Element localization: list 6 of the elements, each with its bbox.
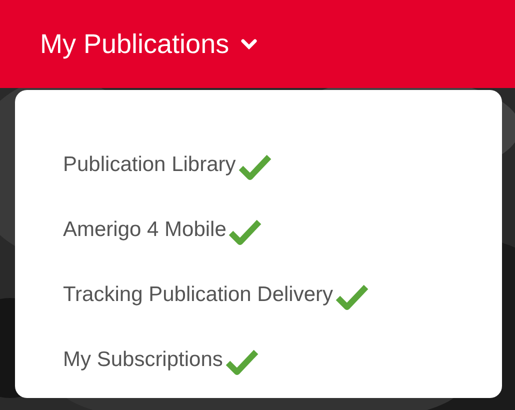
menu-item[interactable]: Tracking Publication Delivery	[63, 276, 502, 314]
menu-item[interactable]: Amerigo 4 Mobile	[63, 211, 502, 249]
chevron-down-icon[interactable]	[241, 38, 258, 50]
menu-title[interactable]: My Publications	[40, 28, 230, 60]
menu-item[interactable]: My Subscriptions	[63, 341, 502, 379]
menu-item[interactable]: Publication Library	[63, 146, 502, 184]
